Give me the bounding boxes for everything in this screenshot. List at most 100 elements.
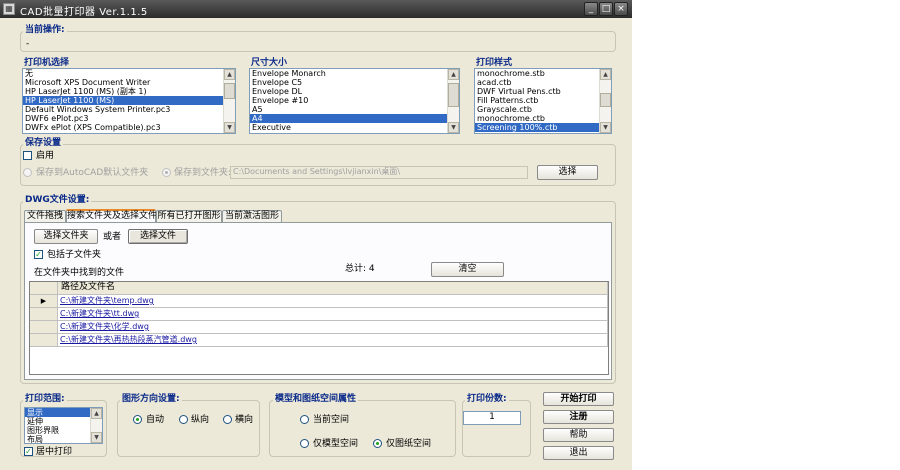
print-range-listbox[interactable]: 显示 延伸 图形界限 布局 ▲ ▼ [24, 407, 103, 444]
print-range-title: 打印范围: [23, 394, 67, 404]
help-button[interactable]: 帮助 [543, 428, 614, 442]
print-range-list-item[interactable]: 布局 [25, 435, 90, 443]
choose-folder-button[interactable]: 选择 [537, 165, 598, 180]
minimize-button[interactable]: _ [584, 2, 598, 16]
include-subfolders-checkbox[interactable]: ✓ [34, 250, 43, 259]
orientation-landscape-radio[interactable] [223, 415, 232, 424]
style-list-item[interactable]: monochrome.stb [475, 69, 599, 78]
print-style-title: 打印样式 [474, 58, 515, 68]
scroll-up-icon[interactable]: ▲ [224, 69, 235, 80]
printer-list-item[interactable]: DWF6 ePlot.pc3 [23, 114, 223, 123]
print-range-list-item[interactable]: 图形界限 [25, 426, 90, 435]
center-print-checkbox[interactable]: ✓ [24, 447, 33, 456]
style-scrollbar[interactable]: ▲ ▼ [599, 69, 611, 133]
size-list-item[interactable]: A5 [250, 105, 447, 114]
grid-corner [30, 282, 58, 295]
search-folder-panel: 选择文件夹 或者 选择文件 ✓ 包括子文件夹 在文件夹中找到的文件 总计: 4 … [24, 222, 612, 380]
style-list-item[interactable]: Fill Patterns.ctb [475, 96, 599, 105]
style-list-item[interactable]: acad.ctb [475, 78, 599, 87]
paper-space-radio[interactable] [373, 439, 382, 448]
copies-title: 打印份数: [465, 394, 509, 404]
app-icon: ▦ [3, 3, 15, 15]
printer-list-item[interactable]: DWFx ePlot (XPS Compatible).pc3 [23, 123, 223, 132]
row-header[interactable]: ▶ [30, 295, 58, 308]
scroll-down-icon[interactable]: ▼ [224, 122, 235, 133]
scroll-down-icon[interactable]: ▼ [448, 122, 459, 133]
orientation-group [117, 400, 260, 457]
printer-list-item[interactable]: HP LaserJet 1100 (MS) [23, 96, 223, 105]
copies-input[interactable]: 1 [463, 411, 521, 425]
file-path-link[interactable]: C:\新建文件夹\temp.dwg [58, 295, 608, 308]
current-space-radio[interactable] [300, 415, 309, 424]
start-print-button[interactable]: 开始打印 [543, 392, 614, 406]
scroll-up-icon[interactable]: ▲ [448, 69, 459, 80]
orientation-auto-label: 自动 [146, 415, 165, 425]
found-files-label: 在文件夹中找到的文件 [34, 268, 125, 278]
style-list-item[interactable]: DWF Virtual Pens.ctb [475, 87, 599, 96]
orientation-landscape-label: 横向 [235, 415, 254, 425]
scroll-up-icon[interactable]: ▲ [600, 69, 611, 80]
style-list-item[interactable]: Screening 100%.ctb [475, 123, 599, 132]
scroll-thumb[interactable] [600, 93, 611, 107]
range-scrollbar[interactable]: ▲ ▼ [90, 408, 102, 443]
scroll-up-icon[interactable]: ▲ [91, 408, 102, 419]
scroll-thumb[interactable] [448, 83, 459, 107]
model-space-label: 仅模型空间 [313, 439, 359, 449]
print-range-list-item[interactable]: 显示 [25, 408, 90, 417]
size-list-item[interactable]: Envelope #10 [250, 96, 447, 105]
model-space-radio[interactable] [300, 439, 309, 448]
paper-space-label: 仅图纸空间 [386, 439, 432, 449]
register-button[interactable]: 注册 [543, 410, 614, 424]
file-grid: 路径及文件名 ▶ C:\新建文件夹\temp.dwg C:\新建文件夹\tt.dwg… [29, 281, 609, 375]
file-path-link[interactable]: C:\新建文件夹\再热热段蒸汽管道.dwg [58, 334, 608, 347]
file-path-link[interactable]: C:\新建文件夹\化学.dwg [58, 321, 608, 334]
title-bar[interactable]: ▦ CAD批量打印器 Ver.1.1.5 _ □ × [0, 0, 632, 18]
print-style-listbox[interactable]: monochrome.stb acad.ctb DWF Virtual Pens.c… [474, 68, 612, 134]
style-list-item[interactable]: monochrome.ctb [475, 114, 599, 123]
size-list-item[interactable]: A4 [250, 114, 447, 123]
print-range-list-item[interactable]: 延伸 [25, 417, 90, 426]
app-window: ▦ CAD批量打印器 Ver.1.1.5 _ □ × 当前操作: - 打印机选择… [0, 0, 632, 470]
exit-button[interactable]: 退出 [543, 446, 614, 460]
maximize-button[interactable]: □ [599, 2, 613, 16]
orientation-auto-radio[interactable] [133, 415, 142, 424]
printer-list-item[interactable]: Default Windows System Printer.pc3 [23, 105, 223, 114]
size-list-item[interactable]: Envelope C5 [250, 78, 447, 87]
size-list-item[interactable]: Envelope DL [250, 87, 447, 96]
row-header[interactable] [30, 334, 58, 347]
enable-save-checkbox[interactable] [23, 151, 32, 160]
clear-button[interactable]: 清空 [431, 262, 504, 277]
printer-list-item[interactable]: HP LaserJet 1100 (MS) (副本 1) [23, 87, 223, 96]
save-settings-title: 保存设置 [23, 138, 64, 148]
printer-scrollbar[interactable]: ▲ ▼ [223, 69, 235, 133]
window-title: CAD批量打印器 Ver.1.1.5 [20, 7, 148, 18]
size-listbox[interactable]: Envelope Monarch Envelope C5 Envelope DL En… [249, 68, 460, 134]
size-list-item[interactable]: Executive [250, 123, 447, 132]
save-folder-path-input[interactable]: C:\Documents and Settings\lvjianxin\桌面\ [230, 166, 528, 179]
scroll-down-icon[interactable]: ▼ [600, 122, 611, 133]
printer-listbox[interactable]: 无 Microsoft XPS Document Writer HP LaserJe… [22, 68, 236, 134]
row-header[interactable] [30, 308, 58, 321]
orientation-portrait-radio[interactable] [179, 415, 188, 424]
style-list-item[interactable]: Grayscale.ctb [475, 105, 599, 114]
current-space-label: 当前空间 [313, 415, 350, 425]
orientation-portrait-label: 纵向 [191, 415, 210, 425]
file-path-link[interactable]: C:\新建文件夹\tt.dwg [58, 308, 608, 321]
grid-column-header[interactable]: 路径及文件名 [58, 282, 608, 295]
row-header[interactable] [30, 321, 58, 334]
close-button[interactable]: × [614, 2, 628, 16]
save-to-folder-radio[interactable] [162, 168, 171, 177]
select-file-button[interactable]: 选择文件 [128, 229, 188, 244]
save-settings-group [20, 144, 616, 186]
scroll-thumb[interactable] [224, 83, 235, 99]
printer-list-item[interactable]: 无 [23, 69, 223, 78]
scroll-down-icon[interactable]: ▼ [91, 432, 102, 443]
printer-list-item[interactable]: Microsoft XPS Document Writer [23, 78, 223, 87]
size-scrollbar[interactable]: ▲ ▼ [447, 69, 459, 133]
size-list-item[interactable]: Envelope Monarch [250, 69, 447, 78]
current-operation-value: - [26, 39, 30, 49]
save-default-folder-radio[interactable] [23, 168, 32, 177]
select-folder-button[interactable]: 选择文件夹 [34, 229, 98, 244]
tab-search-folder[interactable]: 搜索文件夹及选择文件 [66, 209, 157, 223]
orientation-title: 图形方向设置: [120, 394, 182, 404]
